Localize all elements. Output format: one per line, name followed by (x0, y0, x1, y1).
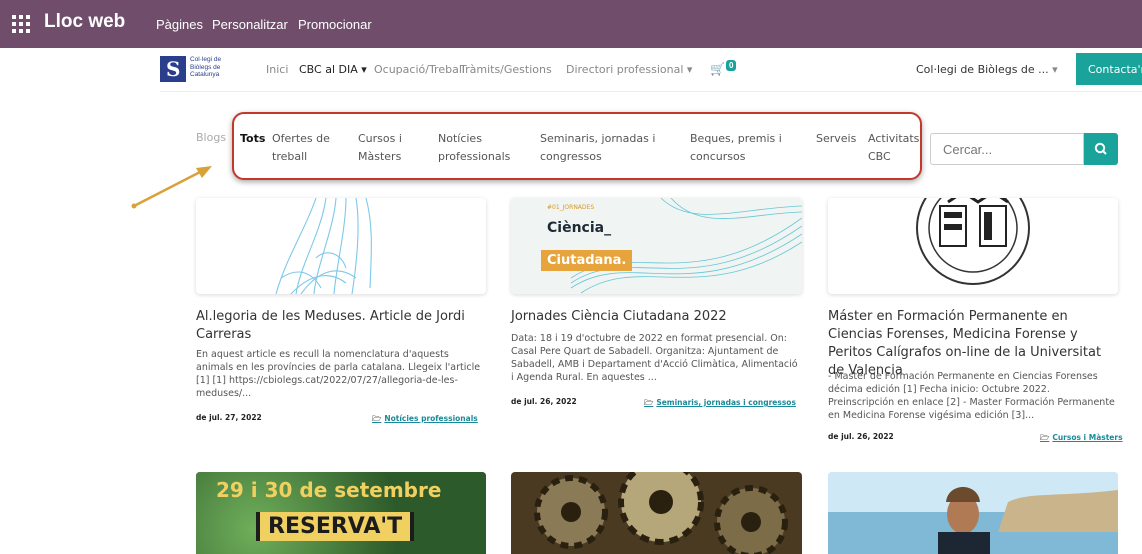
search-input[interactable]: Cercar... (930, 133, 1084, 165)
nav-inici[interactable]: Inici (266, 63, 288, 76)
category-seminaris[interactable]: Seminaris, jornadas i congressos (540, 130, 655, 166)
post-description: - Master de Formación Permanente en Cien… (828, 371, 1115, 421)
category-serveis[interactable]: Serveis (816, 130, 856, 148)
menu-personalitzar[interactable]: Personalitzar (212, 17, 288, 32)
post-category-link[interactable]: 🗁 Notícies professionals (372, 413, 478, 426)
post-date: de jul. 27, 2022 (196, 413, 262, 422)
menu-pagines[interactable]: Pàgines (156, 17, 203, 32)
category-cursos-masters[interactable]: Cursos i Màsters (358, 130, 402, 166)
nav-tramits[interactable]: Tràmits/Gestions (460, 63, 552, 76)
post-image-reserva[interactable]: 29 i 30 de setembre RESERVA'T (196, 472, 486, 554)
caret-down-icon: ▾ (686, 63, 693, 76)
jellyfish-illustration-icon (275, 198, 372, 294)
post-image-master[interactable] (828, 198, 1118, 294)
app-title: Lloc web (44, 11, 126, 32)
category-filter-bar: Tots Ofertes de treball Cursos i Màsters N… (232, 112, 922, 180)
search-icon (1094, 142, 1107, 155)
category-beques[interactable]: Beques, premis i concursos (690, 130, 782, 166)
apps-grid-icon[interactable] (12, 15, 30, 33)
logo-mark-icon (160, 56, 186, 82)
site-logo[interactable]: Col·legi de Biòlegs de Catalunya (160, 56, 232, 84)
nav-cbc-al-dia[interactable]: CBC al DIA ▾ (299, 63, 367, 76)
category-noticies[interactable]: Notícies professionals (438, 130, 510, 166)
folder-icon: 🗁 (1040, 433, 1050, 442)
contact-button[interactable]: Contacta'ns (1076, 53, 1142, 85)
category-activitats-cbc[interactable]: Activitats CBC (868, 130, 919, 166)
post-category-link[interactable]: 🗁 Cursos i Màsters (1040, 432, 1123, 445)
folder-icon: 🗁 (644, 398, 654, 407)
university-seal-icon (916, 198, 1030, 285)
category-ofertes-treball[interactable]: Ofertes de treball (272, 130, 330, 166)
post-title[interactable]: Al.legoria de les Meduses. Article de Jo… (196, 308, 486, 344)
gears-icon (534, 472, 788, 554)
post-description: Data: 18 i 19 d'octubre de 2022 en forma… (511, 333, 798, 383)
category-tots[interactable]: Tots (240, 130, 265, 148)
breadcrumb-blogs[interactable]: Blogs (196, 131, 226, 144)
post-title[interactable]: Jornades Ciència Ciutadana 2022 (511, 308, 802, 326)
caret-down-icon: ▾ (1052, 63, 1058, 76)
org-dropdown[interactable]: Col·legi de Biòlegs de ... ▾ (916, 63, 1058, 76)
post-date: de jul. 26, 2022 (828, 432, 894, 441)
post-image-ciencia[interactable]: #01_JORNADES Ciència_ Ciutadana. (511, 198, 802, 294)
menu-promocionar[interactable]: Promocionar (298, 17, 372, 32)
site-header: Col·legi de Biòlegs de Catalunya Inici C… (160, 48, 1142, 92)
post-image-diver[interactable] (828, 472, 1118, 554)
cart-icon[interactable]: 🛒 (710, 62, 725, 76)
search-button[interactable] (1084, 133, 1118, 165)
folder-icon: 🗁 (372, 414, 382, 423)
post-image-meduses[interactable] (196, 198, 486, 294)
caret-down-icon: ▾ (361, 63, 367, 76)
admin-topbar: Lloc web Pàgines Personalitzar Promocion… (0, 0, 1142, 48)
post-date: de jul. 26, 2022 (511, 397, 577, 406)
post-description: En aquest article es recull la nomenclat… (196, 349, 481, 399)
wave-lines-icon (570, 198, 802, 294)
cart-count-badge: 0 (726, 60, 737, 71)
post-category-link[interactable]: 🗁 Seminaris, jornadas i congressos (644, 397, 796, 410)
post-image-gears[interactable] (511, 472, 802, 554)
diver-photo-icon (828, 472, 1118, 554)
nav-ocupacio[interactable]: Ocupació/Treball (374, 63, 465, 76)
nav-directori[interactable]: Directori professional ▾ (566, 63, 692, 76)
